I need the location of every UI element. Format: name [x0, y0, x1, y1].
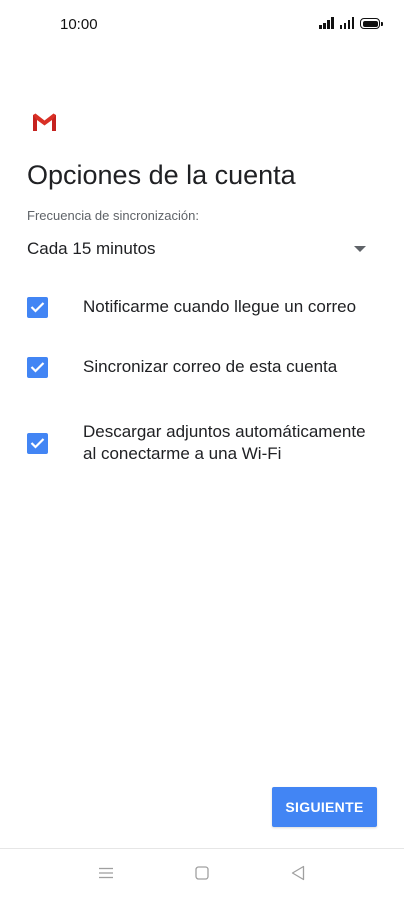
dropdown-arrow-icon [354, 246, 366, 252]
gmail-logo-icon [33, 113, 56, 131]
signal-icon [319, 17, 334, 29]
option-sync-mail[interactable]: Sincronizar correo de esta cuenta [27, 353, 377, 381]
sync-frequency-label: Frecuencia de sincronización: [27, 208, 199, 223]
notify-checkbox[interactable] [27, 296, 48, 318]
check-icon [30, 362, 45, 373]
option-download-attachments[interactable]: Descargar adjuntos automáticamente al co… [27, 410, 377, 476]
sync-frequency-value: Cada 15 minutos [27, 239, 156, 258]
download-attachments-checkbox[interactable] [27, 432, 48, 454]
option-notify[interactable]: Notificarme cuando llegue un correo [27, 293, 377, 321]
status-icons [319, 17, 383, 29]
sync-frequency-select[interactable]: Cada 15 minutos [27, 232, 370, 266]
check-icon [30, 302, 45, 313]
notify-label: Notificarme cuando llegue un correo [83, 297, 357, 316]
account-options-screen: 10:00 Opciones de la cuenta Frecuencia d… [0, 0, 404, 897]
back-triangle-icon[interactable] [286, 861, 310, 885]
home-square-icon[interactable] [190, 861, 214, 885]
status-time: 10:00 [60, 16, 98, 33]
page-title: Opciones de la cuenta [27, 160, 296, 190]
menu-icon[interactable] [94, 861, 118, 885]
sync-mail-label: Sincronizar correo de esta cuenta [83, 357, 338, 376]
sync-mail-checkbox[interactable] [27, 356, 48, 378]
next-button[interactable]: SIGUIENTE [272, 787, 377, 827]
battery-icon [360, 18, 383, 29]
signal-icon-2 [339, 17, 354, 29]
status-bar: 10:00 [0, 0, 404, 50]
download-attachments-label: Descargar adjuntos automáticamente al co… [83, 422, 366, 463]
check-icon [30, 438, 45, 449]
navigation-bar [0, 849, 404, 897]
